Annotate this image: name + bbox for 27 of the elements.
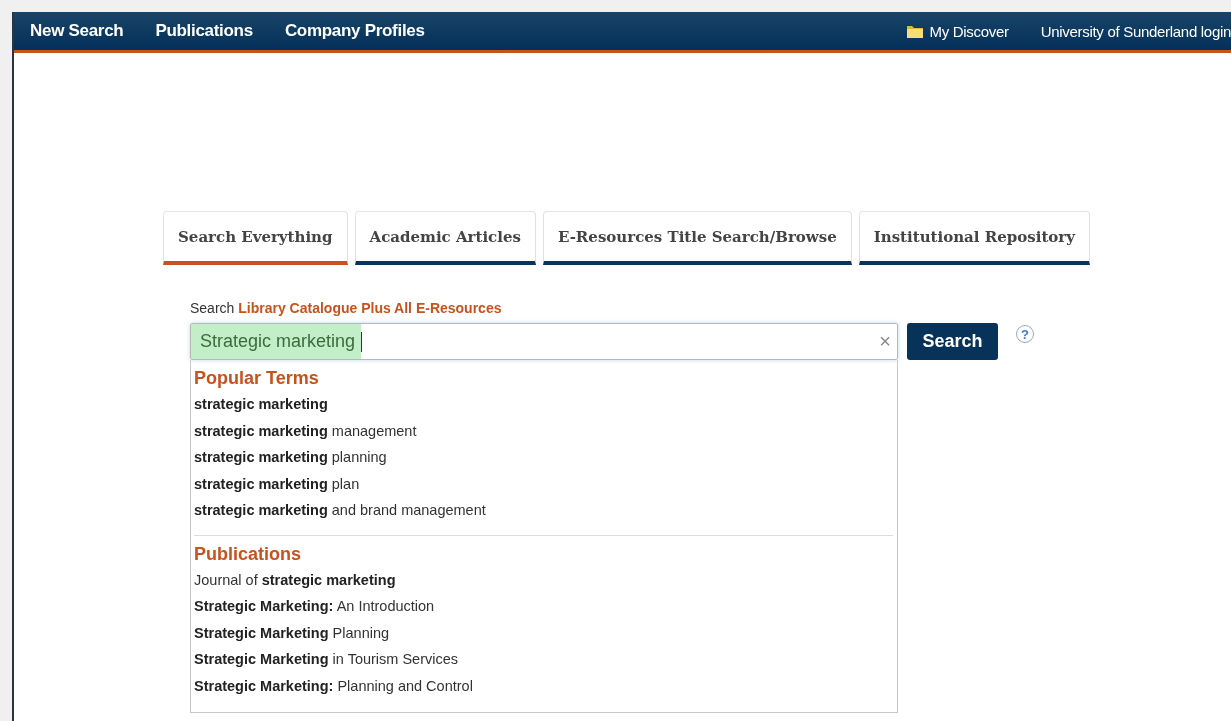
- folder-icon: [905, 23, 924, 39]
- nav-link[interactable]: Company Profiles: [284, 21, 425, 41]
- search-tab[interactable]: E-Resources Title Search/Browse: [542, 211, 852, 265]
- suggestion-item[interactable]: Strategic Marketing Planning: [194, 621, 893, 648]
- suggestion-item[interactable]: Strategic Marketing: Planning and Control: [194, 674, 893, 701]
- suggestion-item[interactable]: strategic marketing: [194, 393, 893, 420]
- suggestion-item[interactable]: strategic marketing management: [194, 419, 893, 446]
- suggestion-item[interactable]: Strategic Marketing: An Introduction: [194, 595, 893, 622]
- suggestion-item[interactable]: Strategic Marketing in Tourism Services: [194, 648, 893, 675]
- suggestion-item[interactable]: Journal of strategic marketing: [194, 568, 893, 595]
- login-link[interactable]: University of Sunderland login: [1040, 22, 1231, 40]
- suggestion-heading: Publications: [194, 543, 302, 565]
- suggestion-heading: Popular Terms: [194, 368, 320, 389]
- search-scope-label: Search Library Catalogue Plus All E-Resources: [190, 300, 503, 316]
- my-discover-link[interactable]: My Discover: [905, 22, 1009, 40]
- search-tab[interactable]: Academic Articles: [354, 211, 536, 265]
- help-button[interactable]: ?: [1016, 325, 1034, 343]
- suggestion-item[interactable]: strategic marketing and brand management: [194, 499, 893, 526]
- nav-link[interactable]: Publications: [155, 21, 253, 41]
- nav-link[interactable]: New Search: [30, 21, 124, 41]
- search-field[interactable]: Strategic marketing ×: [190, 323, 898, 360]
- clear-button[interactable]: ×: [879, 330, 891, 353]
- search-button[interactable]: Search: [907, 323, 998, 360]
- suggestion-item[interactable]: strategic marketing plan: [194, 472, 893, 499]
- suggestion-item[interactable]: strategic marketing planning: [194, 446, 893, 473]
- search-tab[interactable]: Institutional Repository: [858, 211, 1090, 265]
- search-tab[interactable]: Search Everything: [163, 211, 348, 265]
